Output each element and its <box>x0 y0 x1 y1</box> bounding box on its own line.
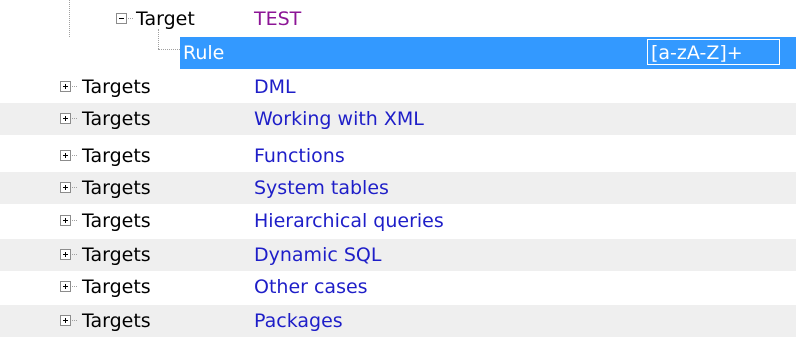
tree-row-target-test[interactable]: Target TEST <box>0 3 796 35</box>
tree-connector <box>72 118 77 119</box>
node-kind: Target <box>136 8 195 30</box>
node-name: Packages <box>254 310 343 332</box>
collapse-icon[interactable] <box>116 13 127 24</box>
node-kind: Targets <box>82 76 151 98</box>
node-kind: Targets <box>82 210 151 232</box>
tree-child-guide <box>158 29 159 49</box>
tree-connector <box>72 254 77 255</box>
node-name: Working with XML <box>254 108 424 130</box>
node-name: Hierarchical queries <box>254 210 444 232</box>
tree-connector <box>72 220 77 221</box>
tree-view: Target TEST Rule [a-zA-Z]+ Targets DML T… <box>0 0 796 337</box>
node-kind: Targets <box>82 177 151 199</box>
tree-row-targets[interactable]: Targets Functions <box>0 140 796 172</box>
tree-row-targets[interactable]: Targets Other cases <box>0 271 796 303</box>
tree-connector <box>158 49 180 50</box>
node-kind: Targets <box>82 145 151 167</box>
tree-row-targets[interactable]: Targets Dynamic SQL <box>0 239 796 271</box>
expand-icon[interactable] <box>60 113 71 124</box>
expand-icon[interactable] <box>60 249 71 260</box>
tree-row-targets[interactable]: Targets DML <box>0 71 796 103</box>
node-name: TEST <box>254 8 302 30</box>
node-kind: Targets <box>82 310 151 332</box>
node-name: Dynamic SQL <box>254 244 382 266</box>
node-name: Other cases <box>254 276 368 298</box>
tree-connector <box>128 18 133 19</box>
tree-connector <box>72 155 77 156</box>
node-name: System tables <box>254 177 389 199</box>
tree-row-targets[interactable]: Targets Packages <box>0 305 796 337</box>
tree-row-targets[interactable]: Targets Hierarchical queries <box>0 205 796 237</box>
node-kind: Targets <box>82 276 151 298</box>
tree-row-targets[interactable]: Targets System tables <box>0 172 796 204</box>
tree-connector <box>72 86 77 87</box>
node-kind: Targets <box>82 108 151 130</box>
expand-icon[interactable] <box>60 150 71 161</box>
tree-connector <box>72 320 77 321</box>
node-kind: Targets <box>82 244 151 266</box>
tree-connector <box>72 187 77 188</box>
expand-icon[interactable] <box>60 215 71 226</box>
tree-row-targets[interactable]: Targets Working with XML <box>0 103 796 135</box>
expand-icon[interactable] <box>60 315 71 326</box>
rule-value: [a-zA-Z]+ <box>651 42 743 64</box>
tree-row-rule-selected[interactable]: Rule [a-zA-Z]+ <box>180 37 796 69</box>
node-name: Functions <box>254 145 345 167</box>
expand-icon[interactable] <box>60 81 71 92</box>
expand-icon[interactable] <box>60 281 71 292</box>
expand-icon[interactable] <box>60 182 71 193</box>
tree-connector <box>72 286 77 287</box>
node-name: DML <box>254 76 296 98</box>
rule-label: Rule <box>183 42 225 64</box>
